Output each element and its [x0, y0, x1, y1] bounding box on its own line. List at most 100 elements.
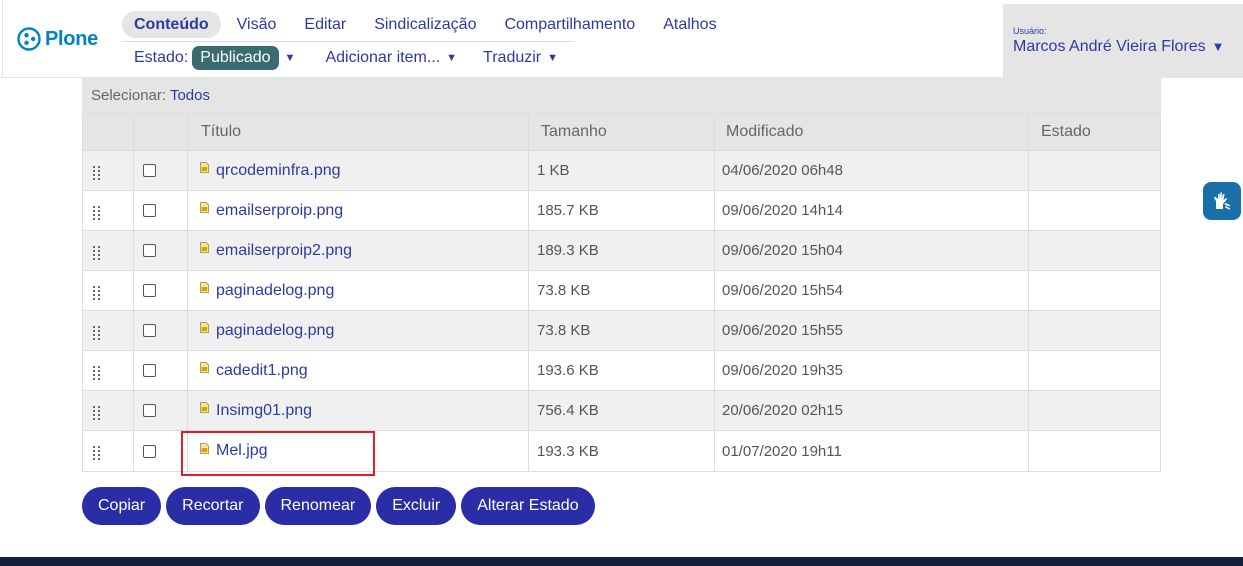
row-checkbox[interactable]: [143, 444, 156, 458]
state-cell: [1029, 311, 1160, 350]
check-cell[interactable]: [134, 311, 188, 350]
accessibility-button[interactable]: [1203, 182, 1241, 220]
check-cell[interactable]: [134, 391, 188, 430]
menu-item-visao[interactable]: Visão: [225, 11, 289, 38]
drag-handle-icon[interactable]: [93, 165, 101, 180]
state-cell: [1029, 151, 1160, 190]
title-cell: cadedit1.png: [188, 351, 529, 390]
title-cell: emailserproip2.png: [188, 231, 529, 270]
image-file-icon: [200, 362, 209, 373]
delete-button[interactable]: Excluir: [376, 487, 457, 525]
drag-handle-icon[interactable]: [93, 405, 101, 420]
title-cell: paginadelog.png: [188, 271, 529, 310]
plone-logo[interactable]: Plone: [17, 27, 98, 51]
drag-cell[interactable]: [83, 231, 134, 270]
user-menu[interactable]: Marcos André Vieira Flores ▼: [1013, 38, 1225, 56]
check-cell[interactable]: [134, 271, 188, 310]
state-cell: [1029, 231, 1160, 270]
drag-handle-icon[interactable]: [93, 446, 101, 460]
check-cell[interactable]: [134, 431, 188, 471]
menu-item-editar[interactable]: Editar: [292, 11, 358, 38]
drag-handle-icon[interactable]: [93, 205, 101, 220]
menu-item-compartilhamento[interactable]: Compartilhamento: [492, 11, 647, 38]
user-label: Usuário:: [1013, 26, 1047, 36]
menu-item-atalhos[interactable]: Atalhos: [651, 11, 728, 38]
row-checkbox[interactable]: [143, 324, 156, 337]
drag-handle-icon[interactable]: [93, 285, 101, 300]
table-row: paginadelog.png 73.8 KB 09/06/2020 15h54: [83, 271, 1160, 311]
row-checkbox[interactable]: [143, 204, 156, 217]
translate-menu[interactable]: Traduzir: [483, 49, 541, 67]
header-title[interactable]: Título: [188, 114, 529, 150]
menu-item-sindicalizacao[interactable]: Sindicalização: [362, 11, 488, 38]
table-row: paginadelog.png 73.8 KB 09/06/2020 15h55: [83, 311, 1160, 351]
item-title-link[interactable]: paginadelog.png: [216, 322, 334, 340]
modified-cell: 09/06/2020 15h54: [715, 271, 1029, 310]
footer-bar: [0, 557, 1243, 566]
state-dropdown[interactable]: Publicado: [192, 46, 279, 70]
select-label: Selecionar:: [91, 87, 167, 104]
menu-item-conteudo[interactable]: Conteúdo: [122, 11, 221, 38]
plone-logo-icon: [17, 27, 41, 51]
item-title-link[interactable]: paginadelog.png: [216, 282, 334, 300]
add-item-caret-icon[interactable]: ▼: [446, 52, 457, 64]
drag-handle-icon[interactable]: [93, 245, 101, 260]
modified-cell: 04/06/2020 06h48: [715, 151, 1029, 190]
state-cell: [1029, 431, 1160, 471]
select-bar: Selecionar: Todos: [82, 78, 1161, 113]
title-cell: Insimg01.png: [188, 391, 529, 430]
check-cell[interactable]: [134, 191, 188, 230]
check-cell[interactable]: [134, 231, 188, 270]
row-checkbox[interactable]: [143, 364, 156, 377]
cut-button[interactable]: Recortar: [166, 487, 260, 525]
drag-cell[interactable]: [83, 271, 134, 310]
drag-cell[interactable]: [83, 311, 134, 350]
header-size[interactable]: Tamanho: [529, 114, 715, 150]
logo-text: Plone: [45, 27, 98, 50]
header-state[interactable]: Estado: [1029, 114, 1160, 150]
modified-cell: 09/06/2020 14h14: [715, 191, 1029, 230]
header-modified[interactable]: Modificado: [715, 114, 1029, 150]
check-cell[interactable]: [134, 351, 188, 390]
size-cell: 185.7 KB: [529, 191, 715, 230]
table-row: qrcodeminfra.png 1 KB 04/06/2020 06h48: [83, 151, 1160, 191]
modified-cell: 09/06/2020 19h35: [715, 351, 1029, 390]
check-cell[interactable]: [134, 151, 188, 190]
user-caret-icon: ▼: [1211, 39, 1225, 54]
highlight-box: [181, 431, 375, 476]
header-drag: [83, 114, 134, 150]
item-title-link[interactable]: Insimg01.png: [216, 402, 312, 420]
item-title-link[interactable]: qrcodeminfra.png: [216, 162, 341, 180]
image-file-icon: [200, 202, 209, 213]
size-cell: 193.3 KB: [529, 431, 715, 471]
item-title-link[interactable]: emailserproip.png: [216, 202, 343, 220]
row-checkbox[interactable]: [143, 244, 156, 257]
change-state-button[interactable]: Alterar Estado: [461, 487, 595, 525]
user-panel[interactable]: Usuário: Marcos André Vieira Flores ▼: [1003, 4, 1243, 77]
drag-cell[interactable]: [83, 431, 134, 471]
modified-cell: 20/06/2020 02h15: [715, 391, 1029, 430]
state-caret-icon[interactable]: ▼: [285, 52, 296, 64]
item-title-link[interactable]: emailserproip2.png: [216, 242, 352, 260]
row-checkbox[interactable]: [143, 404, 156, 417]
state-cell: [1029, 391, 1160, 430]
drag-cell[interactable]: [83, 151, 134, 190]
size-cell: 73.8 KB: [529, 311, 715, 350]
toolbar: Plone Conteúdo Visão Editar Sindicalizaç…: [0, 0, 1243, 78]
drag-handle-icon[interactable]: [93, 325, 101, 340]
header-check: [134, 114, 188, 150]
row-checkbox[interactable]: [143, 164, 156, 177]
drag-handle-icon[interactable]: [93, 365, 101, 380]
drag-cell[interactable]: [83, 351, 134, 390]
translate-caret-icon[interactable]: ▼: [547, 52, 558, 64]
item-title-link[interactable]: cadedit1.png: [216, 362, 308, 380]
select-all-link[interactable]: Todos: [170, 87, 210, 104]
content-menu: Conteúdo Visão Editar Sindicalização Com…: [122, 11, 733, 38]
state-cell: [1029, 271, 1160, 310]
row-checkbox[interactable]: [143, 284, 156, 297]
add-item-menu[interactable]: Adicionar item...: [325, 49, 440, 67]
drag-cell[interactable]: [83, 191, 134, 230]
copy-button[interactable]: Copiar: [82, 487, 162, 525]
drag-cell[interactable]: [83, 391, 134, 430]
rename-button[interactable]: Renomear: [264, 487, 372, 525]
